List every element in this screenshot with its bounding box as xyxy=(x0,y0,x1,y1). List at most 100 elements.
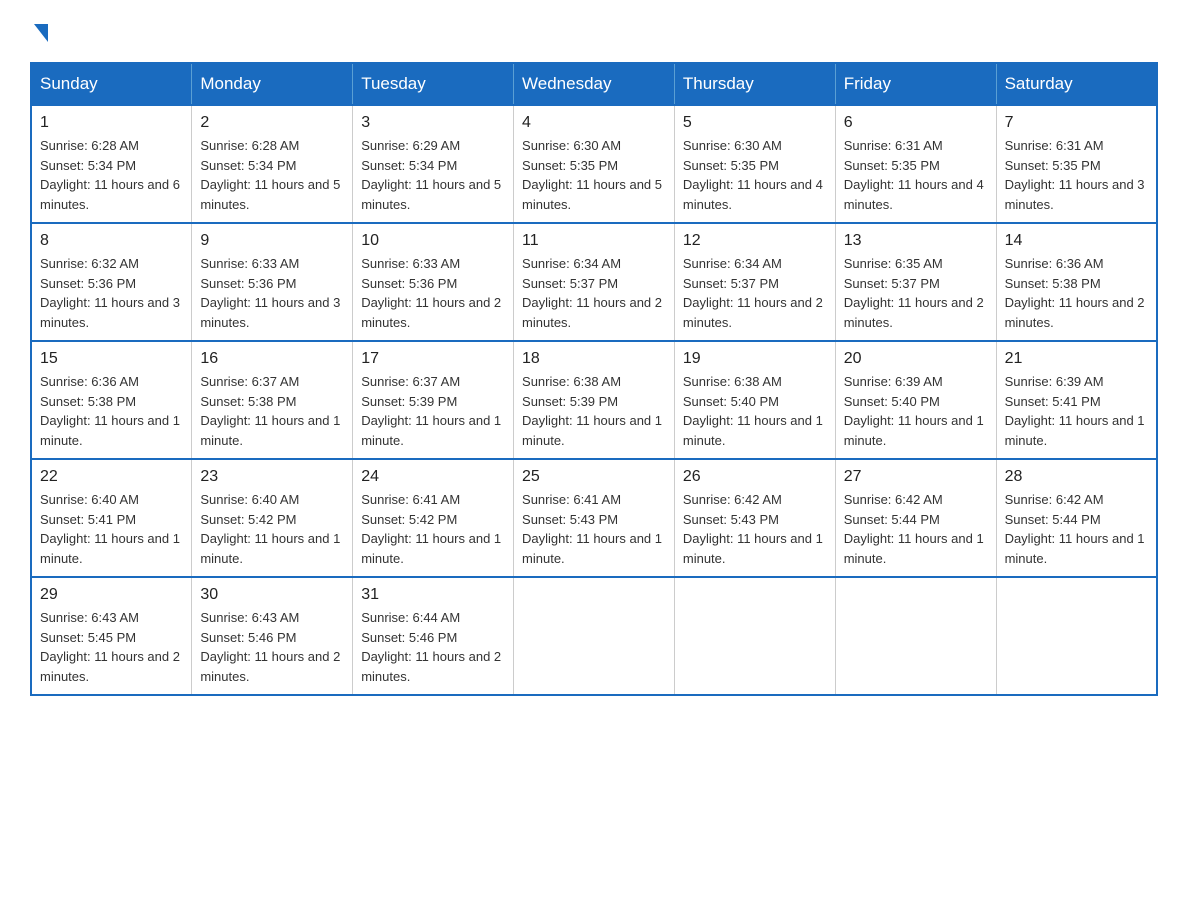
day-number: 14 xyxy=(1005,232,1148,250)
day-cell-29: 29Sunrise: 6:43 AM Sunset: 5:45 PM Dayli… xyxy=(31,577,192,695)
header-row: SundayMondayTuesdayWednesdayThursdayFrid… xyxy=(31,63,1157,105)
day-info: Sunrise: 6:44 AM Sunset: 5:46 PM Dayligh… xyxy=(361,608,505,686)
day-cell-14: 14 Sunrise: 6:36 AM Sunset: 5:38 PM Dayli… xyxy=(996,223,1157,341)
day-cell-1: 1 Sunrise: 6:28 AM Sunset: 5:34 PM Daylig… xyxy=(31,105,192,223)
day-number: 21 xyxy=(1005,350,1148,368)
day-info: Sunrise: 6:38 AM Sunset: 5:39 PM Dayligh… xyxy=(522,372,666,450)
day-info: Sunrise: 6:31 AM Sunset: 5:35 PM Dayligh… xyxy=(844,136,988,214)
day-cell-11: 11 Sunrise: 6:34 AM Sunset: 5:37 PM Dayli… xyxy=(514,223,675,341)
day-info: Sunrise: 6:32 AM Sunset: 5:36 PM Dayligh… xyxy=(40,254,183,332)
column-header-monday: Monday xyxy=(192,63,353,105)
day-cell-26: 26 Sunrise: 6:42 AM Sunset: 5:43 PM Dayli… xyxy=(674,459,835,577)
column-header-sunday: Sunday xyxy=(31,63,192,105)
day-info: Sunrise: 6:30 AM Sunset: 5:35 PM Dayligh… xyxy=(522,136,666,214)
day-info: Sunrise: 6:40 AM Sunset: 5:42 PM Dayligh… xyxy=(200,490,344,568)
day-number: 3 xyxy=(361,114,505,132)
logo-arrow-icon xyxy=(34,24,48,42)
day-cell-24: 24 Sunrise: 6:41 AM Sunset: 5:42 PM Dayli… xyxy=(353,459,514,577)
day-number: 16 xyxy=(200,350,344,368)
day-number: 30 xyxy=(200,586,344,604)
day-info: Sunrise: 6:40 AM Sunset: 5:41 PM Dayligh… xyxy=(40,490,183,568)
day-cell-20: 20Sunrise: 6:39 AM Sunset: 5:40 PM Dayli… xyxy=(835,341,996,459)
day-cell-7: 7Sunrise: 6:31 AM Sunset: 5:35 PM Daylig… xyxy=(996,105,1157,223)
day-number: 5 xyxy=(683,114,827,132)
day-number: 10 xyxy=(361,232,505,250)
day-number: 4 xyxy=(522,114,666,132)
day-cell-28: 28Sunrise: 6:42 AM Sunset: 5:44 PM Dayli… xyxy=(996,459,1157,577)
day-info: Sunrise: 6:33 AM Sunset: 5:36 PM Dayligh… xyxy=(200,254,344,332)
day-number: 22 xyxy=(40,468,183,486)
day-number: 26 xyxy=(683,468,827,486)
day-cell-18: 18 Sunrise: 6:38 AM Sunset: 5:39 PM Dayli… xyxy=(514,341,675,459)
day-cell-9: 9 Sunrise: 6:33 AM Sunset: 5:36 PM Daylig… xyxy=(192,223,353,341)
logo xyxy=(30,20,48,42)
day-number: 24 xyxy=(361,468,505,486)
day-info: Sunrise: 6:35 AM Sunset: 5:37 PM Dayligh… xyxy=(844,254,988,332)
day-info: Sunrise: 6:34 AM Sunset: 5:37 PM Dayligh… xyxy=(522,254,666,332)
day-number: 18 xyxy=(522,350,666,368)
day-cell-13: 13 Sunrise: 6:35 AM Sunset: 5:37 PM Dayli… xyxy=(835,223,996,341)
day-info: Sunrise: 6:30 AM Sunset: 5:35 PM Dayligh… xyxy=(683,136,827,214)
day-info: Sunrise: 6:39 AM Sunset: 5:41 PM Dayligh… xyxy=(1005,372,1148,450)
day-info: Sunrise: 6:43 AM Sunset: 5:46 PM Dayligh… xyxy=(200,608,344,686)
column-header-saturday: Saturday xyxy=(996,63,1157,105)
day-number: 13 xyxy=(844,232,988,250)
column-header-wednesday: Wednesday xyxy=(514,63,675,105)
calendar-table: SundayMondayTuesdayWednesdayThursdayFrid… xyxy=(30,62,1158,696)
week-row-5: 29Sunrise: 6:43 AM Sunset: 5:45 PM Dayli… xyxy=(31,577,1157,695)
page-header xyxy=(30,20,1158,42)
day-info: Sunrise: 6:37 AM Sunset: 5:38 PM Dayligh… xyxy=(200,372,344,450)
empty-cell xyxy=(996,577,1157,695)
day-number: 15 xyxy=(40,350,183,368)
day-info: Sunrise: 6:42 AM Sunset: 5:43 PM Dayligh… xyxy=(683,490,827,568)
day-number: 17 xyxy=(361,350,505,368)
column-header-thursday: Thursday xyxy=(674,63,835,105)
day-number: 23 xyxy=(200,468,344,486)
day-cell-12: 12Sunrise: 6:34 AM Sunset: 5:37 PM Dayli… xyxy=(674,223,835,341)
day-number: 8 xyxy=(40,232,183,250)
day-cell-27: 27Sunrise: 6:42 AM Sunset: 5:44 PM Dayli… xyxy=(835,459,996,577)
day-info: Sunrise: 6:41 AM Sunset: 5:42 PM Dayligh… xyxy=(361,490,505,568)
day-number: 20 xyxy=(844,350,988,368)
day-number: 1 xyxy=(40,114,183,132)
day-number: 25 xyxy=(522,468,666,486)
day-cell-5: 5 Sunrise: 6:30 AM Sunset: 5:35 PM Daylig… xyxy=(674,105,835,223)
day-cell-15: 15 Sunrise: 6:36 AM Sunset: 5:38 PM Dayli… xyxy=(31,341,192,459)
day-number: 31 xyxy=(361,586,505,604)
day-cell-10: 10Sunrise: 6:33 AM Sunset: 5:36 PM Dayli… xyxy=(353,223,514,341)
day-info: Sunrise: 6:28 AM Sunset: 5:34 PM Dayligh… xyxy=(40,136,183,214)
day-number: 19 xyxy=(683,350,827,368)
day-info: Sunrise: 6:34 AM Sunset: 5:37 PM Dayligh… xyxy=(683,254,827,332)
week-row-2: 8 Sunrise: 6:32 AM Sunset: 5:36 PM Daylig… xyxy=(31,223,1157,341)
week-row-1: 1 Sunrise: 6:28 AM Sunset: 5:34 PM Daylig… xyxy=(31,105,1157,223)
day-number: 11 xyxy=(522,232,666,250)
day-number: 2 xyxy=(200,114,344,132)
day-cell-21: 21 Sunrise: 6:39 AM Sunset: 5:41 PM Dayli… xyxy=(996,341,1157,459)
day-cell-23: 23 Sunrise: 6:40 AM Sunset: 5:42 PM Dayli… xyxy=(192,459,353,577)
empty-cell xyxy=(674,577,835,695)
day-info: Sunrise: 6:38 AM Sunset: 5:40 PM Dayligh… xyxy=(683,372,827,450)
column-header-friday: Friday xyxy=(835,63,996,105)
day-info: Sunrise: 6:42 AM Sunset: 5:44 PM Dayligh… xyxy=(1005,490,1148,568)
day-info: Sunrise: 6:29 AM Sunset: 5:34 PM Dayligh… xyxy=(361,136,505,214)
day-cell-4: 4 Sunrise: 6:30 AM Sunset: 5:35 PM Daylig… xyxy=(514,105,675,223)
day-cell-22: 22 Sunrise: 6:40 AM Sunset: 5:41 PM Dayli… xyxy=(31,459,192,577)
day-info: Sunrise: 6:28 AM Sunset: 5:34 PM Dayligh… xyxy=(200,136,344,214)
day-number: 9 xyxy=(200,232,344,250)
week-row-3: 15 Sunrise: 6:36 AM Sunset: 5:38 PM Dayli… xyxy=(31,341,1157,459)
day-number: 6 xyxy=(844,114,988,132)
day-info: Sunrise: 6:36 AM Sunset: 5:38 PM Dayligh… xyxy=(40,372,183,450)
day-info: Sunrise: 6:36 AM Sunset: 5:38 PM Dayligh… xyxy=(1005,254,1148,332)
week-row-4: 22 Sunrise: 6:40 AM Sunset: 5:41 PM Dayli… xyxy=(31,459,1157,577)
day-info: Sunrise: 6:31 AM Sunset: 5:35 PM Dayligh… xyxy=(1005,136,1148,214)
day-info: Sunrise: 6:42 AM Sunset: 5:44 PM Dayligh… xyxy=(844,490,988,568)
day-info: Sunrise: 6:37 AM Sunset: 5:39 PM Dayligh… xyxy=(361,372,505,450)
day-info: Sunrise: 6:43 AM Sunset: 5:45 PM Dayligh… xyxy=(40,608,183,686)
day-cell-30: 30 Sunrise: 6:43 AM Sunset: 5:46 PM Dayli… xyxy=(192,577,353,695)
column-header-tuesday: Tuesday xyxy=(353,63,514,105)
day-cell-8: 8 Sunrise: 6:32 AM Sunset: 5:36 PM Daylig… xyxy=(31,223,192,341)
day-cell-31: 31 Sunrise: 6:44 AM Sunset: 5:46 PM Dayli… xyxy=(353,577,514,695)
empty-cell xyxy=(514,577,675,695)
day-cell-2: 2 Sunrise: 6:28 AM Sunset: 5:34 PM Daylig… xyxy=(192,105,353,223)
day-info: Sunrise: 6:41 AM Sunset: 5:43 PM Dayligh… xyxy=(522,490,666,568)
